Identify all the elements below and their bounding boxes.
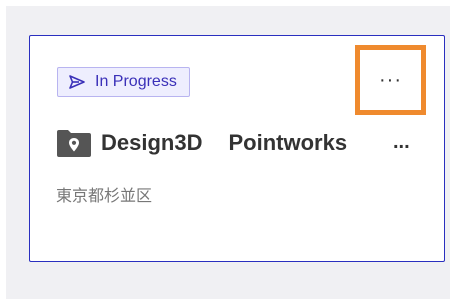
card-list-panel: In Progress ··· Design3D Pointworks ... … <box>6 6 450 299</box>
project-name-primary: Design3D <box>101 130 203 155</box>
folder-location-icon <box>56 128 92 158</box>
project-name-secondary: Pointworks <box>228 130 348 155</box>
more-horizontal-icon: ··· <box>379 68 402 91</box>
location-text: 東京都杉並区 <box>56 186 153 205</box>
project-card[interactable]: In Progress ··· Design3D Pointworks ... … <box>29 35 445 262</box>
send-icon <box>68 74 86 90</box>
status-label: In Progress <box>95 73 177 90</box>
project-title[interactable]: Design3D Pointworks <box>56 128 426 158</box>
title-overflow-ellipsis: ... <box>393 131 410 153</box>
status-badge: In Progress <box>57 67 190 97</box>
more-options-button[interactable]: ··· <box>355 45 426 115</box>
